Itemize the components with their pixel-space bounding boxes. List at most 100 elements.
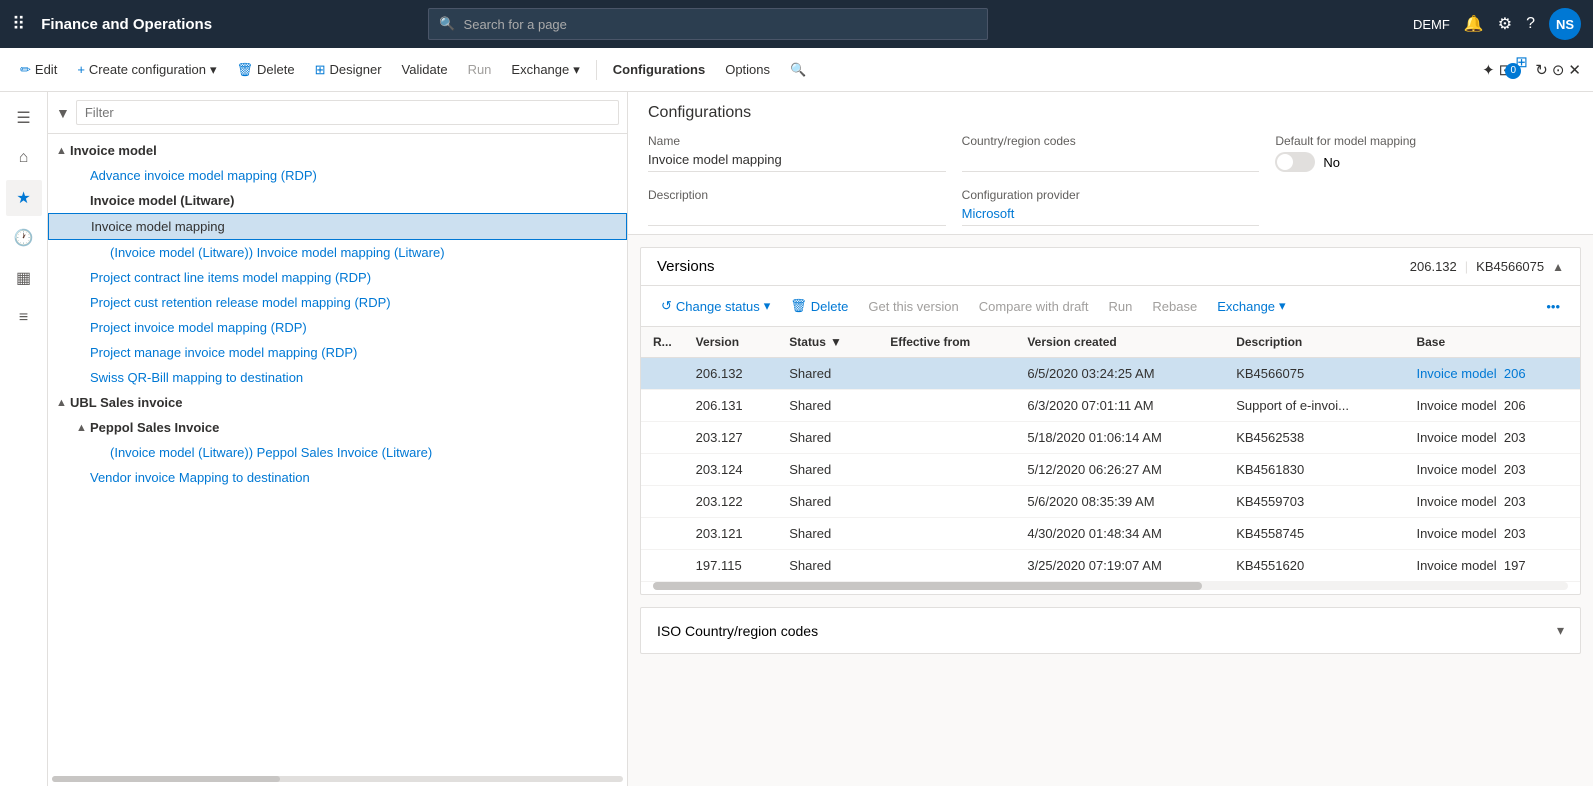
iso-expand-icon[interactable]: ▾ (1557, 622, 1564, 639)
designer-button[interactable]: ⊞ Designer (307, 58, 390, 82)
tree-item-project-cust-retention[interactable]: Project cust retention release model map… (48, 290, 627, 315)
tree-item-invoice-litware-sub[interactable]: (Invoice model (Litware)) Invoice model … (48, 240, 627, 265)
compare-with-draft-button[interactable]: Compare with draft (971, 295, 1097, 318)
cell-effective-from (878, 518, 1015, 550)
cell-r (641, 358, 684, 390)
table-scrollbar[interactable] (653, 582, 1568, 590)
provider-value[interactable]: Microsoft (962, 206, 1260, 226)
designer-icon: ⊞ (315, 62, 326, 78)
sidebar-list-icon[interactable]: ≡ (6, 300, 42, 336)
notification-icon[interactable]: 🔔 (1464, 14, 1484, 34)
cell-base: Invoice model 203 (1404, 518, 1580, 550)
tree-item-invoice-model[interactable]: ▲Invoice model (48, 138, 627, 163)
get-this-version-button[interactable]: Get this version (860, 295, 966, 318)
options-button[interactable]: Options (717, 58, 778, 81)
refresh-icon[interactable]: ↻ (1535, 61, 1548, 79)
versions-header: Versions 206.132 | KB4566075 ▲ (641, 248, 1580, 286)
cell-version-created: 5/6/2020 08:35:39 AM (1015, 486, 1224, 518)
cell-r (641, 454, 684, 486)
versions-run-button[interactable]: Run (1101, 295, 1141, 318)
versions-meta-sep: | (1465, 259, 1468, 274)
cell-version: 203.122 (684, 486, 778, 518)
exchange-button[interactable]: Exchange ▾ (503, 58, 587, 82)
delete-button[interactable]: 🗑 Delete (229, 58, 303, 82)
main-layout: ☰ ⌂ ★ 🕐 ▦ ≡ ▼ ▲Invoice model Advance invo… (0, 92, 1593, 786)
search-bar[interactable]: 🔍 Search for a page (428, 8, 988, 40)
sidebar-star-icon[interactable]: ★ (6, 180, 42, 216)
config-header-title: Configurations (648, 104, 1573, 122)
table-row[interactable]: 197.115 Shared 3/25/2020 07:19:07 AM KB4… (641, 550, 1580, 582)
tree-item-project-contract[interactable]: Project contract line items model mappin… (48, 265, 627, 290)
tree-item-label: Advance invoice model mapping (RDP) (90, 168, 619, 183)
sidebar-grid-icon[interactable]: ▦ (6, 260, 42, 296)
col-r: R... (641, 327, 684, 358)
tree-item-peppol-sales[interactable]: ▲Peppol Sales Invoice (48, 415, 627, 440)
search-cmd-button[interactable]: 🔍 (782, 58, 814, 82)
table-row[interactable]: 203.124 Shared 5/12/2020 06:26:27 AM KB4… (641, 454, 1580, 486)
tree-item-peppol-litware[interactable]: (Invoice model (Litware)) Peppol Sales I… (48, 440, 627, 465)
tree-item-ubl-sales[interactable]: ▲UBL Sales invoice (48, 390, 627, 415)
tree-item-project-manage[interactable]: Project manage invoice model mapping (RD… (48, 340, 627, 365)
col-description: Description (1224, 327, 1404, 358)
more-options-button[interactable]: ••• (1538, 295, 1568, 318)
tree-item-invoice-model-litware[interactable]: Invoice model (Litware) (48, 188, 627, 213)
versions-trash-icon: 🗑 (790, 298, 807, 314)
cell-status: Shared (777, 550, 878, 582)
versions-collapse-button[interactable]: ▲ (1552, 260, 1564, 274)
edit-button[interactable]: ✏ Edit (12, 58, 65, 82)
tree-item-advance-invoice[interactable]: Advance invoice model mapping (RDP) (48, 163, 627, 188)
window-icon[interactable]: ⊙ (1552, 61, 1565, 79)
cell-base: Invoice model 203 (1404, 454, 1580, 486)
grid-icon[interactable]: ⠿ (12, 14, 25, 35)
scroll-thumb (653, 582, 1202, 590)
favorites-icon[interactable]: ✦ (1482, 61, 1495, 79)
cell-description: KB4562538 (1224, 422, 1404, 454)
tree-item-project-invoice[interactable]: Project invoice model mapping (RDP) (48, 315, 627, 340)
cell-effective-from (878, 454, 1015, 486)
cell-status: Shared (777, 422, 878, 454)
table-row[interactable]: 206.131 Shared 6/3/2020 07:01:11 AM Supp… (641, 390, 1580, 422)
help-icon[interactable]: ? (1526, 15, 1535, 33)
table-row[interactable]: 206.132 Shared 6/5/2020 03:24:25 AM KB45… (641, 358, 1580, 390)
cell-version: 197.115 (684, 550, 778, 582)
cell-status: Shared (777, 390, 878, 422)
cell-description: KB4558745 (1224, 518, 1404, 550)
table-row[interactable]: 203.127 Shared 5/18/2020 01:06:14 AM KB4… (641, 422, 1580, 454)
tree-item-vendor-invoice[interactable]: Vendor invoice Mapping to destination (48, 465, 627, 490)
plus-icon: + (77, 62, 85, 77)
table-row[interactable]: 203.121 Shared 4/30/2020 01:48:34 AM KB4… (641, 518, 1580, 550)
cell-version-created: 6/3/2020 07:01:11 AM (1015, 390, 1224, 422)
content-panel: Configurations Name Invoice model mappin… (628, 92, 1593, 786)
versions-delete-button[interactable]: 🗑 Delete (782, 294, 856, 318)
run-button[interactable]: Run (460, 58, 500, 81)
sidebar-menu-icon[interactable]: ☰ (6, 100, 42, 136)
create-config-button[interactable]: + Create configuration ▾ (69, 58, 224, 82)
tree-item-invoice-model-mapping[interactable]: Invoice model mapping (48, 213, 627, 240)
close-icon[interactable]: ✕ (1568, 61, 1581, 79)
col-version: Version (684, 327, 778, 358)
sidebar-icons: ☰ ⌂ ★ 🕐 ▦ ≡ (0, 92, 48, 786)
change-status-button[interactable]: ↺ Change status ▾ (653, 294, 778, 318)
tree-item-label: Vendor invoice Mapping to destination (90, 470, 619, 485)
sidebar-home-icon[interactable]: ⌂ (6, 140, 42, 176)
rebase-button[interactable]: Rebase (1144, 295, 1205, 318)
cell-description: KB4559703 (1224, 486, 1404, 518)
default-toggle[interactable] (1275, 152, 1315, 172)
settings-icon[interactable]: ⚙ (1498, 14, 1512, 34)
avatar[interactable]: NS (1549, 8, 1581, 40)
status-filter-icon[interactable]: ▼ (830, 335, 842, 349)
validate-button[interactable]: Validate (394, 58, 456, 81)
filter-input[interactable] (76, 100, 619, 125)
table-row[interactable]: 203.122 Shared 5/6/2020 08:35:39 AM KB45… (641, 486, 1580, 518)
tree-scrollbar (52, 776, 623, 782)
sidebar-clock-icon[interactable]: 🕐 (6, 220, 42, 256)
versions-meta-version: 206.132 (1410, 259, 1457, 274)
notification-count: 0 (1505, 63, 1521, 79)
config-fields: Name Invoice model mapping Country/regio… (648, 134, 1573, 226)
versions-exchange-button[interactable]: Exchange ▾ (1209, 294, 1293, 318)
tree-item-swiss-qr[interactable]: Swiss QR-Bill mapping to destination (48, 365, 627, 390)
cell-effective-from (878, 422, 1015, 454)
iso-header: ISO Country/region codes ▾ (641, 608, 1580, 653)
configurations-button[interactable]: Configurations (605, 58, 713, 81)
filter-icon: ▼ (56, 105, 70, 121)
